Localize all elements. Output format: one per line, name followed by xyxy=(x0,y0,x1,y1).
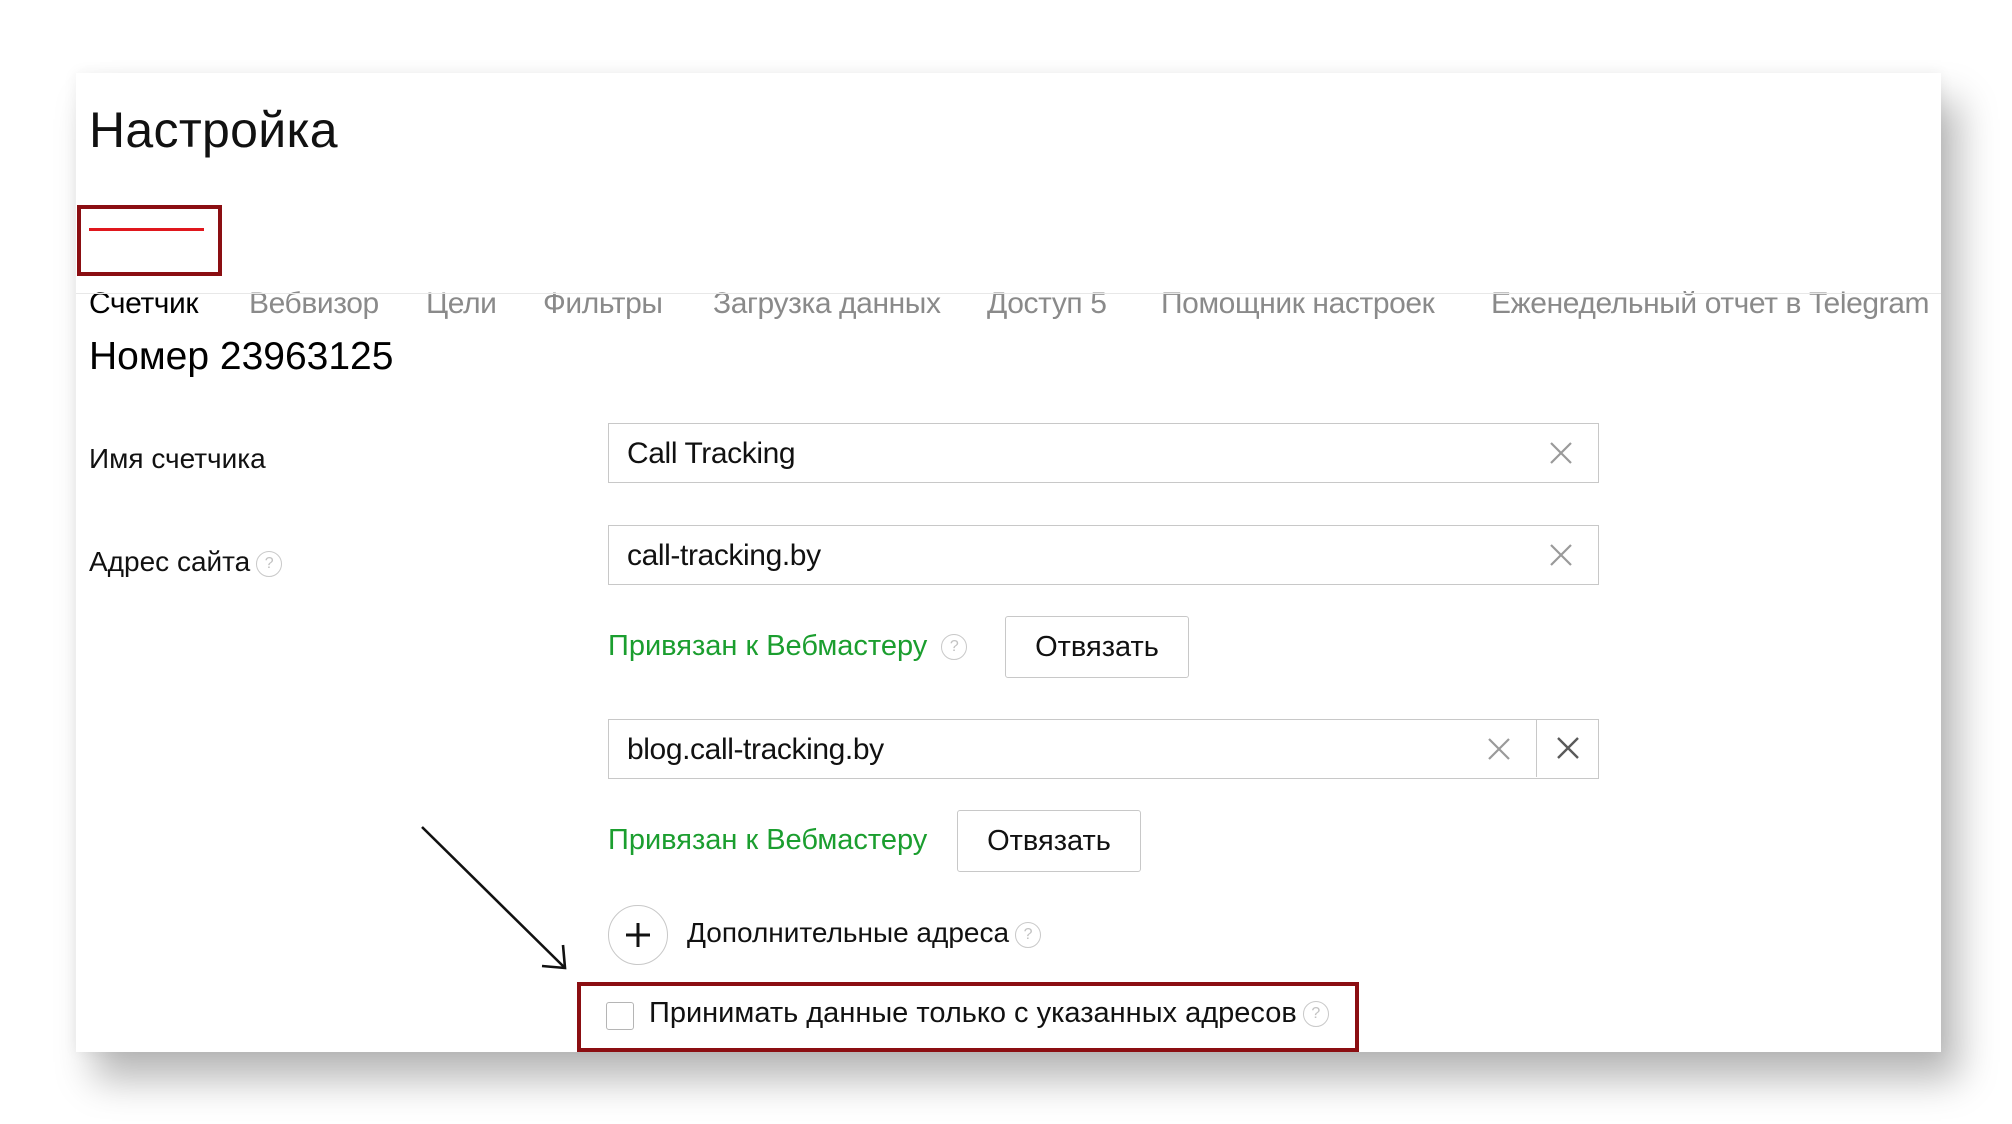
help-icon[interactable]: ? xyxy=(1015,921,1042,948)
remove-address-button[interactable] xyxy=(1536,720,1598,777)
unlink-button-2[interactable]: Отвязать xyxy=(957,810,1141,872)
clear-icon[interactable] xyxy=(1546,438,1576,468)
settings-card: Настройка Счетчик Вебвизор Цели Фильтры … xyxy=(76,73,1941,1052)
help-icon[interactable]: ? xyxy=(941,634,968,661)
help-icon[interactable]: ? xyxy=(1302,1001,1329,1028)
unlink-button[interactable]: Отвязать xyxy=(1005,616,1189,678)
close-icon xyxy=(1557,737,1579,759)
clear-icon[interactable] xyxy=(1484,734,1514,764)
clear-icon[interactable] xyxy=(1546,540,1576,570)
annotation-arrow-icon xyxy=(421,826,567,970)
